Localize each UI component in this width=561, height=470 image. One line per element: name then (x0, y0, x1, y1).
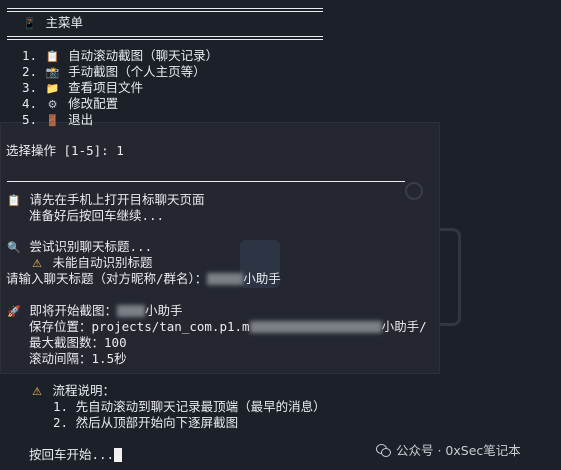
menu-title: 主菜单 (45, 15, 84, 30)
gear-icon: ⚙ (47, 98, 58, 111)
menu-item-2: 2. 📸 手动截图（个人主页等） (22, 64, 206, 79)
flow-step-2: 2. 然后从顶部开始向下逐屏截图 (53, 415, 239, 430)
background-search-icon (405, 182, 423, 200)
not-detected-line: ⚠ 未能自动识别标题 (29, 255, 152, 271)
press-enter-continue-line: 准备好后按回车继续... (29, 208, 165, 223)
choice-prompt-value: 1 (116, 143, 124, 158)
choice-prompt-label: 选择操作 [1-5]: (6, 143, 117, 158)
folder-icon: 📁 (45, 82, 60, 95)
camera-icon: 📸 (45, 66, 60, 79)
background-bracket-shape (440, 228, 461, 326)
interval-line: 滚动间隔：1.5秒 (29, 351, 127, 366)
watermark: 公众号 · 0xSec笔记本 (376, 440, 521, 459)
menu-item-label: 退出 (68, 112, 94, 127)
menu-top-rule (7, 8, 323, 12)
menu-bottom-rule (7, 36, 323, 40)
press-enter-start-line[interactable]: 按回车开始... (29, 447, 123, 463)
choice-prompt: 选择操作 [1-5]: 1 (6, 143, 124, 159)
flow-step-1: 1. 先自动滚动到聊天记录最顶端（最早的消息） (53, 399, 326, 414)
menu-item-label: 修改配置 (68, 96, 119, 111)
menu-item-label: 查看项目文件 (68, 80, 144, 95)
menu-item-1: 1. 📋 自动滚动截图（聊天记录） (22, 48, 219, 63)
max-shots-line: 最大截图数：100 (29, 335, 127, 350)
open-chat-line: 📋 请先在手机上打开目标聊天页面 (7, 192, 205, 207)
redacted-name (117, 305, 146, 317)
warning-icon: ⚠ (32, 257, 42, 270)
menu-item-4: 4. ⚙ 修改配置 (22, 96, 119, 111)
menu-item-3: 3. 📁 查看项目文件 (22, 80, 144, 95)
enter-title-line: 请输入聊天标题（对方昵称/群名）： 小助手 (6, 271, 281, 286)
clipboard-icon: 📋 (45, 50, 60, 63)
flow-title-line: ⚠ 流程说明： (29, 383, 115, 399)
warning-icon: ⚠ (32, 385, 42, 398)
section-rule (7, 181, 405, 182)
text-cursor (114, 448, 123, 462)
wechat-icon (376, 444, 392, 457)
menu-item-label: 自动滚动截图（聊天记录） (68, 48, 219, 63)
about-to-start-line: 🚀 即将开始截图： 小助手 (7, 303, 183, 318)
save-path-line: 保存位置：projects/tan_com.p1.m 小助手/ (29, 319, 427, 334)
menu-title-line: 📱 主菜单 (22, 15, 83, 31)
redacted-path (249, 321, 382, 333)
terminal-window[interactable]: 📱 主菜单 1. 📋 自动滚动截图（聊天记录） 2. 📸 手动截图（个人主页等）… (0, 0, 561, 470)
rocket-icon: 🚀 (7, 305, 21, 318)
menu-item-label: 手动截图（个人主页等） (68, 64, 206, 79)
door-icon: 🚪 (45, 114, 60, 127)
clipboard-icon: 📋 (7, 194, 21, 207)
magnifier-icon: 🔍 (7, 241, 21, 254)
detecting-line: 🔍 尝试识别聊天标题... (7, 239, 153, 254)
redacted-name (207, 273, 244, 285)
menu-item-5: 5. 🚪 退出 (22, 112, 94, 127)
phone-icon: 📱 (23, 17, 37, 30)
